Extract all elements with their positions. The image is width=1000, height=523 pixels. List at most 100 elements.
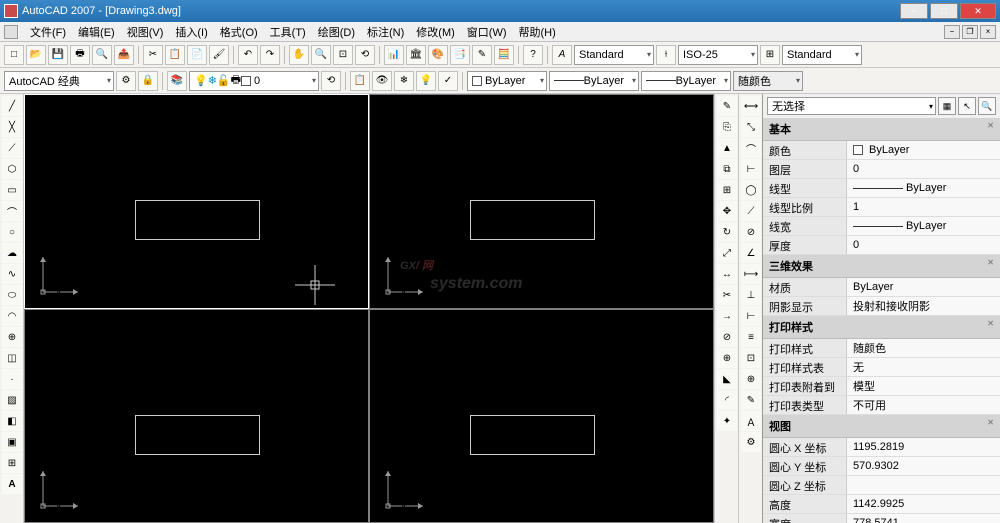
menu-item[interactable]: 窗口(W) xyxy=(461,25,513,41)
menu-item[interactable]: 插入(I) xyxy=(169,25,213,41)
props-value[interactable]: ByLayer xyxy=(847,278,1000,296)
layer-combo[interactable]: 💡❄🔓🖶0 xyxy=(189,71,319,91)
paste-button[interactable]: 📄 xyxy=(187,45,207,65)
pline-tool[interactable]: ⟋ xyxy=(2,138,22,158)
toolpalettes-button[interactable]: 🎨 xyxy=(428,45,448,65)
save-button[interactable]: 💾 xyxy=(48,45,68,65)
open-button[interactable]: 📂 xyxy=(26,45,46,65)
mdi-close[interactable]: × xyxy=(980,25,996,39)
new-button[interactable]: □ xyxy=(4,45,24,65)
text-style-combo[interactable]: Standard xyxy=(574,45,654,65)
props-row[interactable]: 线宽ByLayer xyxy=(763,217,1000,236)
workspace-combo[interactable]: AutoCAD 经典 xyxy=(4,71,114,91)
publish-button[interactable]: 📤 xyxy=(114,45,134,65)
explode-tool[interactable]: ✦ xyxy=(717,411,737,431)
layer-iso-button[interactable]: 👁 xyxy=(372,71,392,91)
break-tool[interactable]: ⊘ xyxy=(717,327,737,347)
layer-manager-button[interactable]: 📚 xyxy=(167,71,187,91)
ellipsearc-tool[interactable]: ◠ xyxy=(2,306,22,326)
redo-button[interactable]: ↷ xyxy=(260,45,280,65)
menu-item[interactable]: 帮助(H) xyxy=(513,25,562,41)
linetype-combo[interactable]: ByLayer xyxy=(549,71,639,91)
lineweight-combo[interactable]: ByLayer xyxy=(641,71,731,91)
dimrad-tool[interactable]: ◯ xyxy=(741,180,761,200)
mdi-restore[interactable]: ❐ xyxy=(962,25,978,39)
document-icon[interactable] xyxy=(4,25,18,39)
join-tool[interactable]: ⊕ xyxy=(717,348,737,368)
props-row[interactable]: 打印样式随颜色 xyxy=(763,339,1000,358)
block-tool[interactable]: ◫ xyxy=(2,348,22,368)
props-value[interactable]: 570.9302 xyxy=(847,457,1000,475)
quick-select-button[interactable]: 🔍 xyxy=(978,97,996,115)
rotate-tool[interactable]: ↻ xyxy=(717,222,737,242)
dimord-tool[interactable]: ⊢ xyxy=(741,159,761,179)
scale-tool[interactable]: ⤢ xyxy=(717,243,737,263)
dimspace-tool[interactable]: ≡ xyxy=(741,327,761,347)
plot-button[interactable]: 🖶 xyxy=(70,45,90,65)
chamfer-tool[interactable]: ◣ xyxy=(717,369,737,389)
dimtedit-tool[interactable]: Ａ xyxy=(741,411,761,431)
toggle-pickadd-button[interactable]: ▦ xyxy=(938,97,956,115)
mirror-tool[interactable]: ▲ xyxy=(717,138,737,158)
props-row[interactable]: 阴影显示投射和接收阴影 xyxy=(763,297,1000,316)
props-value[interactable]: 随颜色 xyxy=(847,339,1000,357)
copy-button[interactable]: 📋 xyxy=(165,45,185,65)
props-value[interactable]: 778.5741 xyxy=(847,514,1000,523)
viewport-top-right[interactable]: GX/ 网 system.com Y X xyxy=(369,94,714,309)
layer-prev-button[interactable]: ⟲ xyxy=(321,71,341,91)
props-value[interactable]: 模型 xyxy=(847,377,1000,395)
dimlinear-tool[interactable]: ⟷ xyxy=(741,96,761,116)
props-row[interactable]: 打印表类型不可用 xyxy=(763,396,1000,415)
dimstyle-tool[interactable]: ⚙ xyxy=(741,432,761,452)
dimedit-tool[interactable]: ✎ xyxy=(741,390,761,410)
point-tool[interactable]: · xyxy=(2,369,22,389)
sheetset-button[interactable]: 📑 xyxy=(450,45,470,65)
fillet-tool[interactable]: ◜ xyxy=(717,390,737,410)
menu-item[interactable]: 标注(N) xyxy=(361,25,410,41)
zoom-window-button[interactable]: ⊡ xyxy=(333,45,353,65)
dimbase-tool[interactable]: ⊥ xyxy=(741,285,761,305)
markup-button[interactable]: ✎ xyxy=(472,45,492,65)
props-row[interactable]: 高度1142.9925 xyxy=(763,495,1000,514)
polygon-tool[interactable]: ⬡ xyxy=(2,159,22,179)
stretch-tool[interactable]: ↔ xyxy=(717,264,737,284)
mtext-tool[interactable]: A xyxy=(2,474,22,494)
cut-button[interactable]: ✂ xyxy=(143,45,163,65)
props-group-header[interactable]: 三维效果 xyxy=(763,255,1000,278)
zoom-realtime-button[interactable]: 🔍 xyxy=(311,45,331,65)
props-value[interactable]: 1142.9925 xyxy=(847,495,1000,513)
color-combo[interactable]: ByLayer xyxy=(467,71,547,91)
dimarc-tool[interactable]: ⌒ xyxy=(741,138,761,158)
props-value[interactable]: ByLayer xyxy=(847,141,1000,159)
viewport-top-left[interactable]: Y X xyxy=(24,94,369,309)
props-value[interactable]: 1 xyxy=(847,198,1000,216)
dimstyle-icon[interactable]: ⟊ xyxy=(656,45,676,65)
props-row[interactable]: 厚度0 xyxy=(763,236,1000,255)
table-style-combo[interactable]: Standard xyxy=(782,45,862,65)
props-value[interactable]: 投射和接收阴影 xyxy=(847,297,1000,315)
revcloud-tool[interactable]: ☁ xyxy=(2,243,22,263)
center-tool[interactable]: ⊕ xyxy=(741,369,761,389)
plotstyle-combo[interactable]: 随颜色 xyxy=(733,71,803,91)
close-button[interactable]: ✕ xyxy=(960,3,996,19)
line-tool[interactable]: ╱ xyxy=(2,96,22,116)
array-tool[interactable]: ⊞ xyxy=(717,180,737,200)
menu-item[interactable]: 工具(T) xyxy=(264,25,312,41)
hatch-tool[interactable]: ▨ xyxy=(2,390,22,410)
menu-item[interactable]: 修改(M) xyxy=(410,25,461,41)
erase-tool[interactable]: ✎ xyxy=(717,96,737,116)
props-group-header[interactable]: 视图 xyxy=(763,415,1000,438)
props-value[interactable]: 0 xyxy=(847,236,1000,254)
arc-tool[interactable]: ⌒ xyxy=(2,201,22,221)
zoom-prev-button[interactable]: ⟲ xyxy=(355,45,375,65)
selection-combo[interactable]: 无选择 xyxy=(767,97,936,115)
designcenter-button[interactable]: 🏛 xyxy=(406,45,426,65)
layer-match-button[interactable]: ✓ xyxy=(438,71,458,91)
layer-freeze-button[interactable]: ❄ xyxy=(394,71,414,91)
copy-tool[interactable]: ⎘ xyxy=(717,117,737,137)
qdim-tool[interactable]: ⟼ xyxy=(741,264,761,284)
pan-button[interactable]: ✋ xyxy=(289,45,309,65)
menu-item[interactable]: 绘图(D) xyxy=(312,25,361,41)
props-group-header[interactable]: 基本 xyxy=(763,118,1000,141)
table-tool[interactable]: ⊞ xyxy=(2,453,22,473)
